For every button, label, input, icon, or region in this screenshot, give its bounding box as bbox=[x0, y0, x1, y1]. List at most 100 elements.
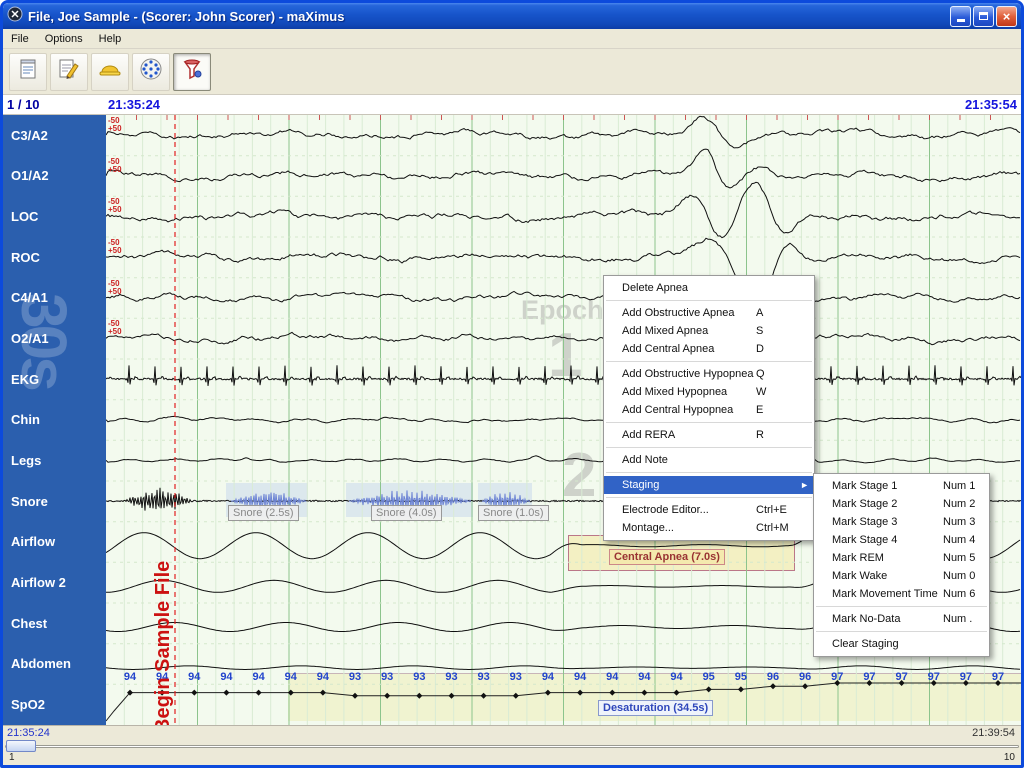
channel-label-ekg[interactable]: EKG bbox=[3, 359, 106, 400]
begin-file-marker-label: Begin Sample File bbox=[152, 560, 174, 725]
menu-file[interactable]: File bbox=[3, 31, 37, 47]
menu-item-mark-rem[interactable]: Mark REM Num 5 bbox=[814, 549, 989, 567]
menu-item-clear-staging[interactable]: Clear Staging bbox=[814, 635, 989, 653]
close-button[interactable]: × bbox=[996, 5, 1017, 27]
menu-item-add-obstructive-apnea[interactable]: Add Obstructive Apnea A bbox=[604, 304, 814, 322]
score-button[interactable] bbox=[50, 52, 88, 91]
spo2-value: 93 bbox=[413, 671, 426, 683]
filter-button[interactable] bbox=[173, 52, 211, 91]
spo2-value: 97 bbox=[927, 671, 940, 683]
menu-item-add-central-apnea[interactable]: Add Central Apnea D bbox=[604, 340, 814, 358]
menu-item-mark-movement-time[interactable]: Mark Movement Time Num 6 bbox=[814, 585, 989, 603]
spo2-value: 97 bbox=[959, 671, 973, 683]
menu-item-mark-wake[interactable]: Mark Wake Num 0 bbox=[814, 567, 989, 585]
spo2-value: 97 bbox=[895, 671, 908, 683]
menu-item-add-note[interactable]: Add Note bbox=[604, 451, 814, 469]
amplitude-scale: -50 +50 bbox=[108, 197, 122, 215]
menu-item-mark-stage-4[interactable]: Mark Stage 4 Num 4 bbox=[814, 531, 989, 549]
channel-label-chest[interactable]: Chest bbox=[3, 603, 106, 644]
slider-track[interactable] bbox=[5, 745, 1019, 748]
toolbar bbox=[3, 49, 1021, 95]
report-button[interactable] bbox=[9, 52, 47, 91]
epoch-slider[interactable] bbox=[3, 739, 1021, 753]
spo2-value: 96 bbox=[766, 671, 780, 683]
channel-sidebar: 30s C3/A2 O1/A2 LOC ROC C4/A1 O2/A1 EKG … bbox=[3, 115, 106, 725]
window-title: File, Joe Sample - (Scorer: John Scorer)… bbox=[28, 8, 345, 24]
desaturation-event-label[interactable]: Desaturation (34.5s) bbox=[598, 700, 714, 716]
spo2-value: 94 bbox=[123, 671, 137, 683]
amplitude-scale: -50 +50 bbox=[108, 116, 122, 133]
spo2-value: 94 bbox=[252, 671, 265, 683]
menu-item-add-mixed-apnea[interactable]: Add Mixed Apnea S bbox=[604, 322, 814, 340]
channel-label-o1a2[interactable]: O1/A2 bbox=[3, 156, 106, 197]
spo2-value: 94 bbox=[606, 671, 619, 683]
spo2-value: 97 bbox=[863, 671, 876, 683]
maximize-button[interactable] bbox=[973, 5, 994, 27]
menu-separator bbox=[606, 447, 812, 448]
menu-help[interactable]: Help bbox=[91, 31, 130, 47]
menu-item-mark-stage-2[interactable]: Mark Stage 2 Num 2 bbox=[814, 495, 989, 513]
channel-label-airflow[interactable]: Airflow bbox=[3, 522, 106, 563]
app-window: File, Joe Sample - (Scorer: John Scorer)… bbox=[0, 0, 1024, 768]
epoch-header: 1 / 10 21:35:24 21:35:54 bbox=[3, 95, 1021, 115]
spo2-value: 96 bbox=[799, 671, 812, 683]
menu-item-mark-stage-1[interactable]: Mark Stage 1 Num 1 bbox=[814, 477, 989, 495]
window-start-time: 21:35:24 bbox=[108, 97, 161, 112]
channel-label-c3a2[interactable]: C3/A2 bbox=[3, 115, 106, 156]
menu-options[interactable]: Options bbox=[37, 31, 91, 47]
snore-event-label[interactable]: Snore (4.0s) bbox=[371, 505, 442, 521]
spo2-value: 93 bbox=[477, 671, 490, 683]
file-end-time: 21:39:54 bbox=[972, 727, 1015, 739]
patient-button[interactable] bbox=[91, 52, 129, 91]
channel-label-snore[interactable]: Snore bbox=[3, 481, 106, 522]
channel-label-abdomen[interactable]: Abdomen bbox=[3, 644, 106, 685]
slider-labels: 1 10 bbox=[3, 752, 1021, 765]
menu-item-add-central-hypopnea[interactable]: Add Central Hypopnea E bbox=[604, 401, 814, 419]
channel-label-airflow2[interactable]: Airflow 2 bbox=[3, 562, 106, 603]
channel-label-o2a1[interactable]: O2/A1 bbox=[3, 318, 106, 359]
menu-item-electrode-editor[interactable]: Electrode Editor... Ctrl+E bbox=[604, 501, 814, 519]
spo2-value: 95 bbox=[734, 671, 747, 683]
snore-event-label[interactable]: Snore (1.0s) bbox=[478, 505, 549, 521]
channel-label-c4a1[interactable]: C4/A1 bbox=[3, 278, 106, 319]
spo2-value: 94 bbox=[670, 671, 683, 683]
minimize-button[interactable] bbox=[950, 5, 971, 27]
channel-label-loc[interactable]: LOC bbox=[3, 196, 106, 237]
menu-item-montage[interactable]: Montage... Ctrl+M bbox=[604, 519, 814, 537]
file-start-time: 21:35:24 bbox=[7, 727, 50, 739]
spo2-value: 97 bbox=[831, 671, 844, 683]
menu-separator bbox=[816, 606, 987, 607]
spo2-value-row: 94 94 94 94 94 94 94 93 93 93 93 93 93 94 94 94 94 94 95 95… bbox=[106, 671, 1021, 685]
spo2-value: 94 bbox=[541, 671, 555, 683]
menu-item-delete-apnea[interactable]: Delete Apnea bbox=[604, 279, 814, 297]
menu-item-mark-stage-3[interactable]: Mark Stage 3 Num 3 bbox=[814, 513, 989, 531]
menu-separator bbox=[606, 472, 812, 473]
channel-label-chin[interactable]: Chin bbox=[3, 400, 106, 441]
spo2-value: 94 bbox=[284, 671, 297, 683]
snore-event-label[interactable]: Snore (2.5s) bbox=[228, 505, 299, 521]
title-bar[interactable]: File, Joe Sample - (Scorer: John Scorer)… bbox=[3, 3, 1021, 29]
electrode-map-icon bbox=[138, 56, 164, 87]
spo2-value: 94 bbox=[316, 671, 330, 683]
channel-label-roc[interactable]: ROC bbox=[3, 237, 106, 278]
spo2-value: 94 bbox=[220, 671, 233, 683]
submenu-arrow-icon: ► bbox=[800, 480, 809, 490]
menu-item-add-obstructive-hypopnea[interactable]: Add Obstructive Hypopnea Q bbox=[604, 365, 814, 383]
menu-item-add-mixed-hypopnea[interactable]: Add Mixed Hypopnea W bbox=[604, 383, 814, 401]
amplitude-scale: -50 +50 bbox=[108, 156, 122, 174]
staging-submenu: Mark Stage 1 Num 1 Mark Stage 2 Num 2 Mark… bbox=[813, 473, 990, 657]
slider-thumb[interactable] bbox=[6, 740, 36, 752]
spo2-value: 94 bbox=[638, 671, 651, 683]
menu-item-staging[interactable]: Staging ► bbox=[604, 476, 814, 494]
channel-label-legs[interactable]: Legs bbox=[3, 440, 106, 481]
app-icon bbox=[7, 6, 23, 27]
menu-item-add-rera[interactable]: Add RERA R bbox=[604, 426, 814, 444]
menu-separator bbox=[606, 497, 812, 498]
pencil-icon bbox=[56, 56, 82, 87]
montage-button[interactable] bbox=[132, 52, 170, 91]
menu-item-mark-no-data[interactable]: Mark No-Data Num . bbox=[814, 610, 989, 628]
central-apnea-event-label[interactable]: Central Apnea (7.0s) bbox=[609, 549, 725, 565]
spo2-value: 94 bbox=[188, 671, 201, 683]
channel-label-spo2[interactable]: SpO2 bbox=[3, 684, 106, 725]
status-bar: 21:35:24 21:39:54 bbox=[3, 725, 1021, 739]
